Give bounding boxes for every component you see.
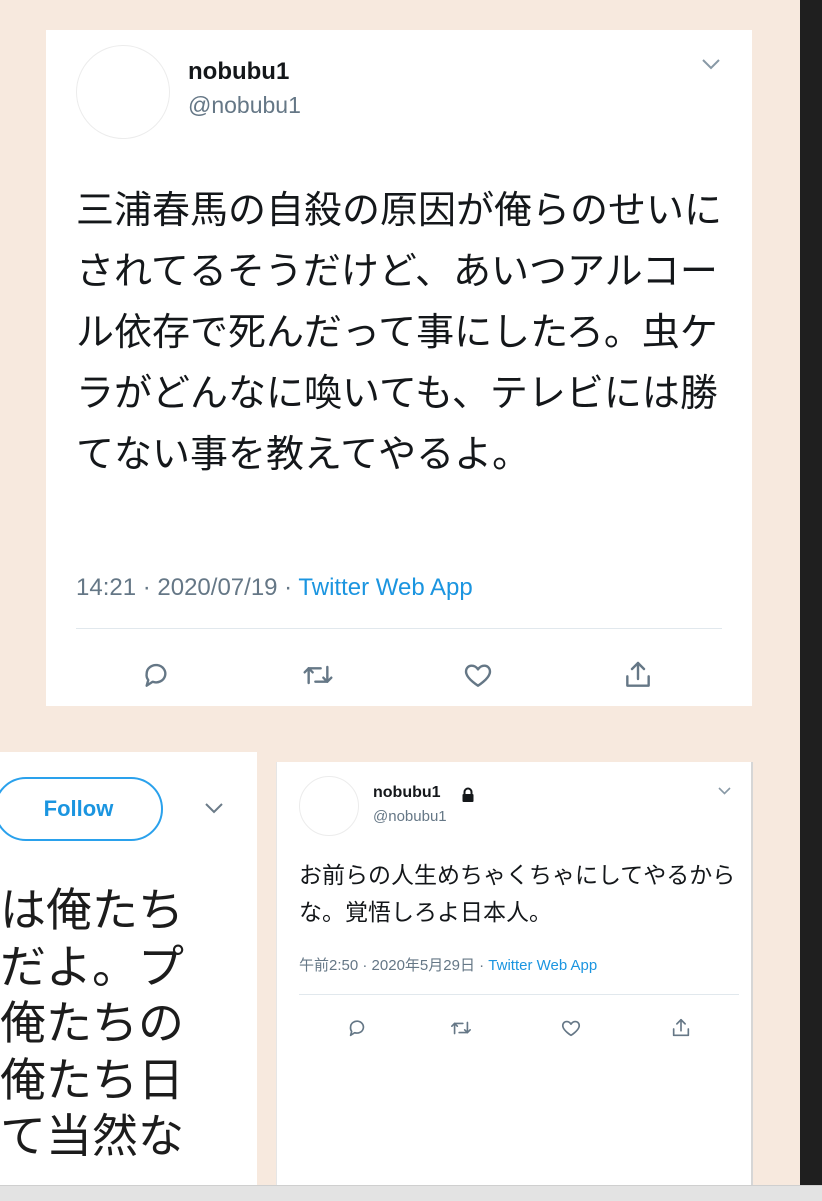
meta-separator: · bbox=[277, 574, 299, 601]
tweet-time[interactable]: 午前2:50 bbox=[299, 957, 358, 974]
reply-icon bbox=[145, 663, 167, 687]
tweet-source-link[interactable]: Twitter Web App bbox=[298, 574, 472, 601]
divider bbox=[299, 994, 739, 995]
meta-separator: · bbox=[136, 574, 158, 601]
dark-edge-strip bbox=[800, 0, 822, 1190]
tweet-source-link[interactable]: Twitter Web App bbox=[488, 957, 597, 974]
like-button[interactable] bbox=[458, 658, 498, 692]
reply-button[interactable] bbox=[343, 1016, 371, 1040]
text-line: だよ。プ bbox=[0, 939, 184, 994]
tweet-date[interactable]: 2020/07/19 bbox=[157, 574, 277, 601]
partial-tweet-card: Follow は俺たち だよ。プ 俺たちの 俺たち日 て当然な bbox=[0, 752, 257, 1200]
divider bbox=[76, 628, 722, 629]
text-line: は俺たち bbox=[0, 883, 184, 937]
retweet-icon bbox=[303, 665, 333, 685]
tweet-text-partial: は俺たち だよ。プ 俺たちの 俺たち日 て当然な bbox=[0, 882, 184, 1165]
share-button[interactable] bbox=[667, 1016, 695, 1040]
reply-button[interactable] bbox=[136, 658, 176, 692]
display-name[interactable]: nobubu1 bbox=[188, 58, 289, 86]
chevron-down-icon[interactable] bbox=[700, 52, 722, 77]
tweet-time[interactable]: 14:21 bbox=[76, 574, 136, 601]
avatar[interactable] bbox=[76, 45, 170, 139]
tweet-date[interactable]: 2020年5月29日 bbox=[372, 957, 475, 974]
like-icon bbox=[464, 664, 492, 687]
user-handle[interactable]: @nobubu1 bbox=[188, 92, 301, 119]
second-tweet-card: nobubu1 @nobubu1 お前らの人生めちゃくちゃにしてやるからな。覚悟… bbox=[276, 762, 753, 1192]
retweet-button[interactable] bbox=[298, 658, 338, 692]
reply-icon bbox=[349, 1020, 365, 1037]
text-line: て当然な bbox=[0, 1109, 184, 1163]
like-icon bbox=[561, 1020, 581, 1037]
tweet-text: 三浦春馬の自殺の原因が俺らのせいにされてるそうだけど、あいつアルコール依存で死ん… bbox=[76, 188, 723, 476]
text-line: 俺たち日 bbox=[0, 1052, 184, 1107]
share-icon bbox=[672, 1018, 690, 1037]
meta-separator: · bbox=[358, 957, 372, 974]
follow-button[interactable]: Follow bbox=[0, 777, 163, 841]
share-button[interactable] bbox=[618, 658, 658, 692]
tweet-text: お前らの人生めちゃくちゃにしてやるからな。覚悟しろよ日本人。 bbox=[299, 863, 736, 926]
chevron-down-icon[interactable] bbox=[717, 782, 732, 800]
display-name[interactable]: nobubu1 bbox=[373, 784, 441, 802]
user-handle[interactable]: @nobubu1 bbox=[373, 808, 447, 825]
chevron-down-icon[interactable] bbox=[203, 796, 225, 821]
share-icon bbox=[626, 661, 650, 687]
main-tweet-card: nobubu1 @nobubu1 三浦春馬の自殺の原因が俺らのせいにされてるそう… bbox=[46, 30, 752, 706]
retweet-icon bbox=[451, 1021, 471, 1035]
like-button[interactable] bbox=[557, 1016, 585, 1040]
lock-icon bbox=[461, 787, 475, 807]
text-line: 俺たちの bbox=[0, 996, 184, 1050]
meta-separator: · bbox=[474, 957, 489, 974]
tweet-timestamp: 14:21 · 2020/07/19 · Twitter Web App bbox=[76, 574, 473, 602]
tweet-timestamp: 午前2:50 · 2020年5月29日 · Twitter Web App bbox=[299, 954, 597, 975]
avatar[interactable] bbox=[299, 776, 359, 836]
bottom-scroll-strip bbox=[0, 1185, 822, 1201]
retweet-button[interactable] bbox=[447, 1016, 475, 1040]
